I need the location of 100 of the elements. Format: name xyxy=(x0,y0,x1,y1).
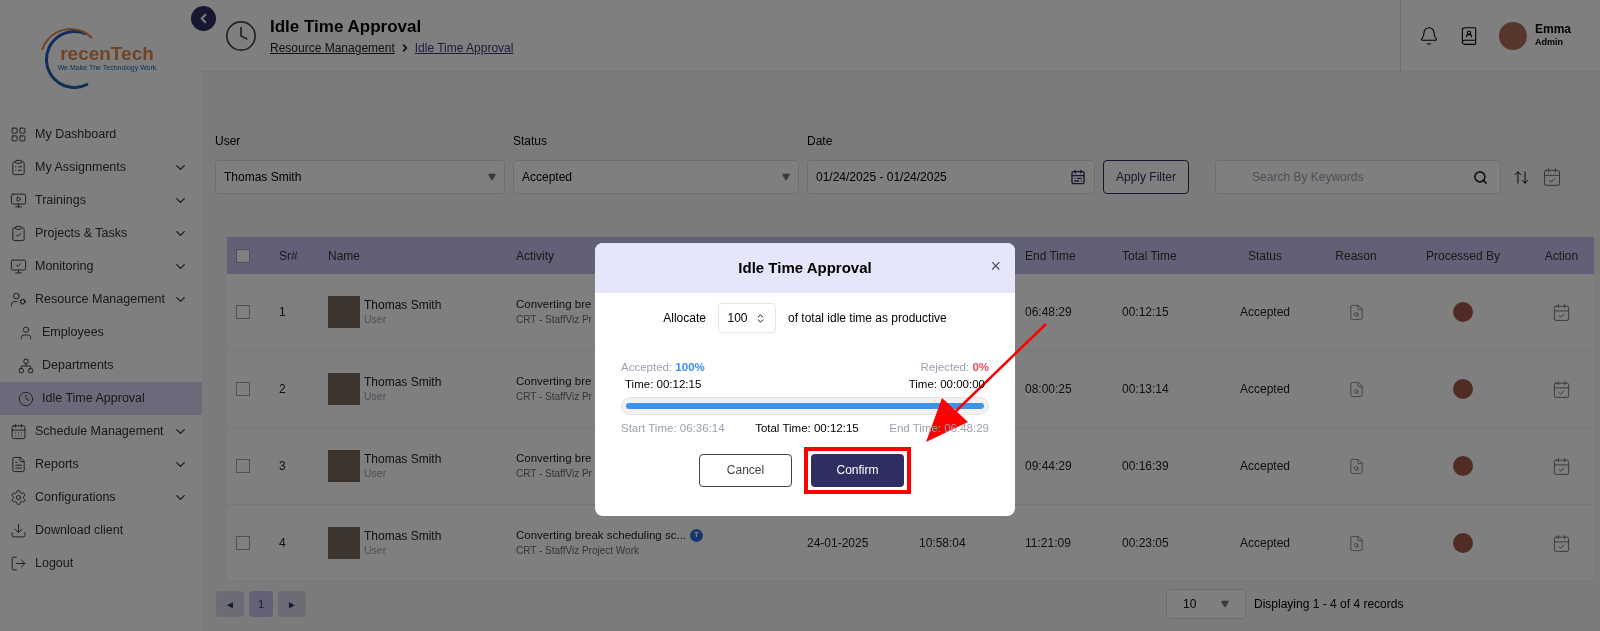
table-cell-text: 3 xyxy=(279,458,287,475)
document-icon[interactable] xyxy=(1347,380,1365,398)
sidebar-item[interactable]: Schedule Management xyxy=(0,415,202,448)
approve-icon[interactable] xyxy=(1552,302,1571,322)
person-icon xyxy=(18,324,34,341)
sidebar-subitem[interactable]: Idle Time Approval xyxy=(0,382,202,415)
employee-name: Thomas Smith xyxy=(364,374,442,390)
table-cell-text: 00:16:39 xyxy=(1122,458,1170,475)
search-icon xyxy=(1473,169,1489,185)
approve-icon[interactable] xyxy=(1552,456,1571,476)
column-header: Name xyxy=(328,247,361,265)
processor-avatar xyxy=(1453,456,1473,476)
table-cell-text: 00:23:05 xyxy=(1122,535,1170,552)
checkbox[interactable] xyxy=(236,382,250,396)
sidebar-item[interactable]: Monitoring xyxy=(0,250,202,283)
page-title: Idle Time Approval xyxy=(270,15,423,38)
document-icon[interactable] xyxy=(1347,303,1365,321)
table-cell-text: 00:12:15 xyxy=(1122,304,1170,321)
breadcrumb-link[interactable]: Idle Time Approval xyxy=(414,39,514,58)
activity-name: Converting break scheduling sc... xyxy=(516,528,687,543)
allocate-description: of total idle time as productive xyxy=(787,310,947,327)
close-button[interactable]: × xyxy=(990,257,1001,275)
employee-name: Thomas Smith xyxy=(364,528,442,544)
table-cell-text: 06:48:29 xyxy=(1025,304,1073,321)
contact-book-icon[interactable] xyxy=(1459,25,1479,46)
filter-label: Date xyxy=(807,133,834,150)
checkbox[interactable] xyxy=(236,536,250,550)
sidebar-item[interactable]: My Assignments xyxy=(0,151,202,184)
checkbox[interactable] xyxy=(236,305,250,319)
checkbox[interactable] xyxy=(236,248,250,263)
filter-label: User xyxy=(215,133,242,150)
sidebar-item[interactable]: Projects & Tasks xyxy=(0,217,202,250)
approve-icon[interactable] xyxy=(1552,379,1571,399)
sidebar-item[interactable]: My Dashboard xyxy=(0,118,202,151)
column-header: Action xyxy=(1544,247,1579,265)
calendar-check-icon[interactable] xyxy=(1542,167,1563,187)
photo-placeholder xyxy=(328,373,360,405)
collapse-sidebar-button[interactable] xyxy=(191,6,216,31)
employee-name: Thomas Smith xyxy=(364,297,442,313)
page-button[interactable]: 1 xyxy=(249,591,273,617)
sort-icon[interactable] xyxy=(1513,168,1531,186)
date-range-field[interactable]: 01/24/2025 - 01/24/2025 xyxy=(807,160,1095,194)
project-name: CRT - StaffViz Pr xyxy=(516,468,592,481)
sidebar-item[interactable]: Download client xyxy=(0,514,202,547)
table-cell-text: 10:58:04 xyxy=(919,535,967,552)
column-header: Processed By xyxy=(1425,247,1500,265)
rejected-time: Time: 00:00:00 xyxy=(908,377,985,393)
caret-icon xyxy=(488,173,496,181)
sidebar-item[interactable]: Logout xyxy=(0,547,202,580)
table-cell-text: 08:00:25 xyxy=(1025,381,1073,398)
sidebar-subitem[interactable]: Departments xyxy=(0,349,202,382)
next-page-button[interactable]: ► xyxy=(278,591,306,617)
apply-filter-button[interactable]: Apply Filter xyxy=(1103,160,1190,194)
user-avatar[interactable] xyxy=(1499,21,1527,50)
logout-icon xyxy=(10,555,27,572)
accepted-time: Time: 00:12:15 xyxy=(625,377,702,393)
table-cell-text: 4 xyxy=(279,535,287,552)
checkbox[interactable] xyxy=(236,459,250,473)
project-name: CRT - StaffViz Pr xyxy=(516,391,592,404)
sidebar-subitem[interactable]: Employees xyxy=(0,316,202,349)
table-cell-text: 09:44:29 xyxy=(1025,458,1073,475)
document-icon xyxy=(10,456,27,473)
processor-avatar xyxy=(1453,302,1473,322)
approve-icon[interactable] xyxy=(1552,533,1571,553)
column-header: End Time xyxy=(1025,247,1077,265)
document-icon[interactable] xyxy=(1347,534,1365,552)
download-icon xyxy=(10,522,27,539)
column-header: Status xyxy=(1248,247,1282,265)
table-cell-text: Accepted xyxy=(1239,458,1290,475)
caret-icon xyxy=(1221,600,1229,608)
clock-icon xyxy=(18,390,34,407)
allocate-label: Allocate xyxy=(663,310,706,327)
sidebar-item[interactable]: Trainings xyxy=(0,184,202,217)
processor-avatar xyxy=(1453,379,1473,399)
breadcrumb-link[interactable]: Resource Management xyxy=(270,39,395,58)
sidebar-item[interactable]: Configurations xyxy=(0,481,202,514)
processor-avatar xyxy=(1453,533,1473,553)
page-size-select[interactable]: 10 xyxy=(1166,589,1246,619)
photo-placeholder xyxy=(328,296,360,328)
table-cell-text: Accepted xyxy=(1239,304,1290,321)
table-cell-text: 24-01-2025 xyxy=(807,535,870,552)
notification-icon[interactable] xyxy=(1419,25,1439,46)
previous-page-button[interactable]: ◄ xyxy=(216,591,244,617)
confirm-button[interactable]: Confirm xyxy=(811,453,904,487)
table-cell-text: 00:13:14 xyxy=(1122,381,1170,398)
percentage-stepper[interactable]: 100 xyxy=(717,303,776,333)
allocation-fill[interactable] xyxy=(626,402,984,409)
sidebar-item[interactable]: Resource Management xyxy=(0,283,202,316)
project-name: CRT - StaffViz Pr xyxy=(516,314,592,327)
user-select[interactable]: Thomas Smith xyxy=(215,160,505,194)
status-select[interactable]: Accepted xyxy=(513,160,799,194)
rejected-percentage: Rejected: 0% xyxy=(920,360,989,375)
document-icon[interactable] xyxy=(1347,457,1365,475)
photo-placeholder xyxy=(328,450,360,482)
column-header: Sr# xyxy=(279,247,299,265)
table-cell-text: Accepted xyxy=(1239,381,1290,398)
sidebar-item[interactable]: Reports xyxy=(0,448,202,481)
activity-name: Converting bre xyxy=(516,451,592,466)
accepted-percentage: Accepted: 100% xyxy=(621,360,705,375)
cancel-button[interactable]: Cancel xyxy=(699,453,792,487)
